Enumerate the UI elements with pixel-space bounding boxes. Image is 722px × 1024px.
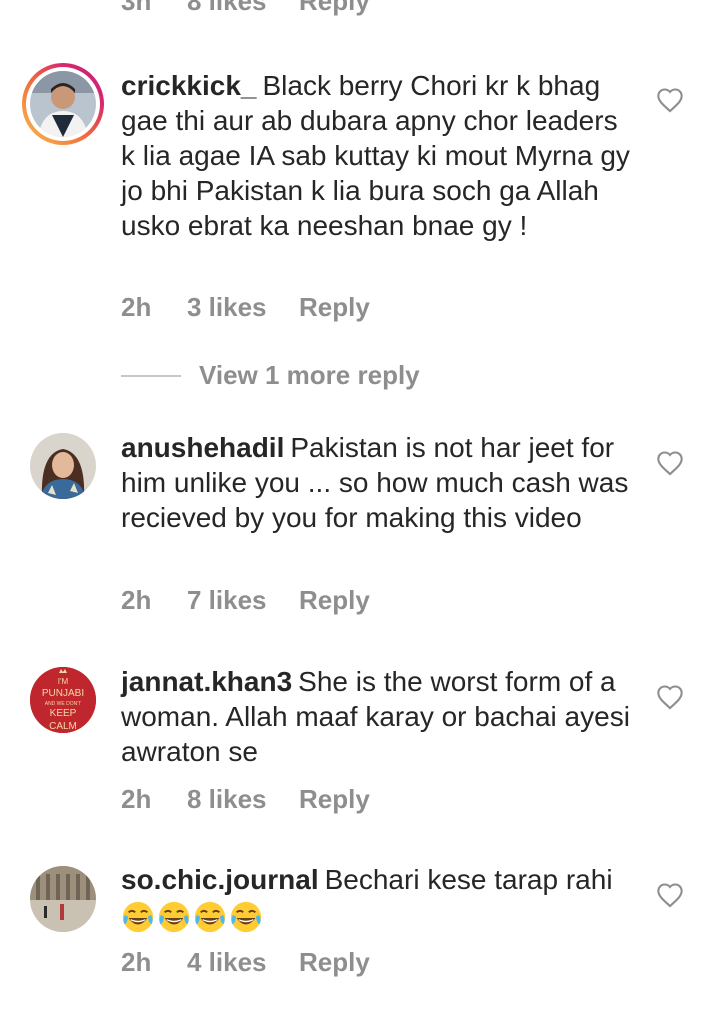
comment-username[interactable]: jannat.khan3 xyxy=(121,666,292,697)
face-with-tears-of-joy-icon xyxy=(157,900,191,934)
comment-meta: 2h 7 likes Reply xyxy=(121,585,370,616)
user-avatar-icon xyxy=(30,433,96,499)
svg-text:CALM: CALM xyxy=(49,721,77,732)
heart-icon[interactable] xyxy=(656,684,684,710)
comment-username[interactable]: crickkick_ xyxy=(121,70,256,101)
top-partial-meta: 3h 8 likes Reply xyxy=(121,0,370,17)
comment-text: Bechari kese tarap rahi xyxy=(324,864,613,895)
view-more-replies-label: View 1 more reply xyxy=(199,360,420,390)
svg-text:I'M: I'M xyxy=(58,677,69,686)
comment-username[interactable]: so.chic.journal xyxy=(121,864,319,895)
avatar[interactable] xyxy=(30,433,96,499)
reply-button[interactable]: Reply xyxy=(299,292,370,323)
reply-button[interactable]: Reply xyxy=(299,0,370,17)
comment-body: anushehadil Pakistan is not har jeet for … xyxy=(121,430,631,535)
face-with-tears-of-joy-icon xyxy=(121,900,155,934)
avatar-story-ring[interactable] xyxy=(22,63,104,145)
comment-meta: 2h 4 likes Reply xyxy=(121,947,370,978)
comment-likes[interactable]: 7 likes xyxy=(187,585,299,616)
heart-icon[interactable] xyxy=(656,450,684,476)
avatar[interactable] xyxy=(30,866,96,932)
heart-icon[interactable] xyxy=(656,87,684,113)
comment-likes[interactable]: 3 likes xyxy=(187,292,299,323)
comment-time: 2h xyxy=(121,947,152,977)
face-with-tears-of-joy-icon xyxy=(193,900,227,934)
comment-body: crickkick_ Black berry Chori kr k bhag ga… xyxy=(121,68,631,243)
svg-text:AND WE DON'T: AND WE DON'T xyxy=(45,701,82,707)
user-avatar-icon xyxy=(30,71,96,137)
reply-button[interactable]: Reply xyxy=(299,947,370,978)
comment-username[interactable]: anushehadil xyxy=(121,432,284,463)
comment-likes[interactable]: 8 likes xyxy=(187,784,299,815)
reply-button[interactable]: Reply xyxy=(299,784,370,815)
user-avatar-icon xyxy=(30,866,96,932)
avatar-partial[interactable] xyxy=(40,0,90,6)
comments-screen: 3h 8 likes Reply crickkick_ Black berry C… xyxy=(0,0,722,1024)
divider-line xyxy=(121,374,181,377)
comment-body: so.chic.journal Bechari kese tarap rahi xyxy=(121,862,631,934)
svg-text:KEEP: KEEP xyxy=(50,708,77,719)
comment-time: 2h xyxy=(121,292,152,322)
heart-icon[interactable] xyxy=(656,882,684,908)
comment-meta: 2h 8 likes Reply xyxy=(121,784,370,815)
reply-button[interactable]: Reply xyxy=(299,585,370,616)
comment-body: jannat.khan3 She is the worst form of a w… xyxy=(121,664,631,769)
comment-time: 2h xyxy=(121,585,152,615)
emoji-row xyxy=(121,900,263,934)
comment-time: 3h xyxy=(121,0,152,16)
comment-likes[interactable]: 8 likes xyxy=(187,0,299,17)
comment-time: 2h xyxy=(121,784,152,814)
svg-text:PUNJABI: PUNJABI xyxy=(42,688,84,699)
comment-likes[interactable]: 4 likes xyxy=(187,947,299,978)
im-punjabi-avatar-icon: I'M PUNJABI AND WE DON'T KEEP CALM xyxy=(30,667,96,733)
avatar[interactable]: I'M PUNJABI AND WE DON'T KEEP CALM xyxy=(30,667,96,733)
face-with-tears-of-joy-icon xyxy=(229,900,263,934)
view-more-replies-button[interactable]: View 1 more reply xyxy=(121,360,420,391)
comment-meta: 2h 3 likes Reply xyxy=(121,292,370,323)
